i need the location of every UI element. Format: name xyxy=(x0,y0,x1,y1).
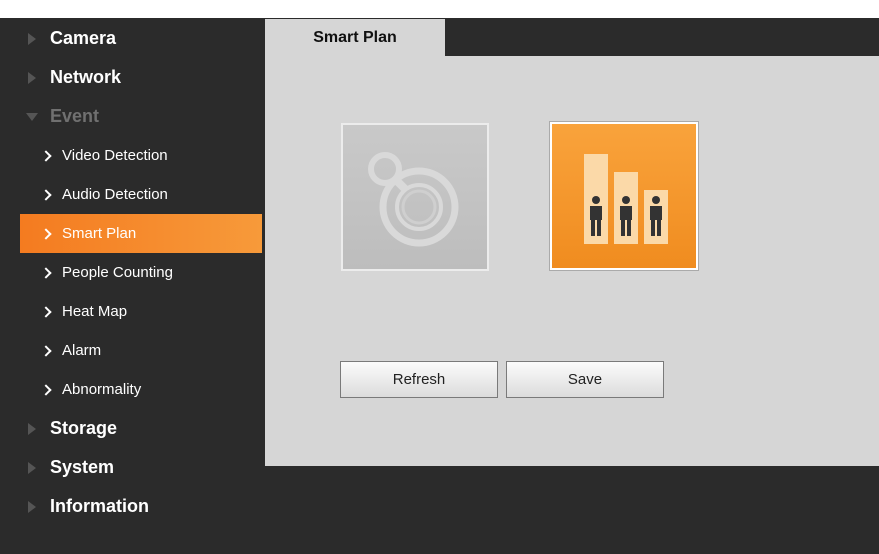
sidebar-menu: Camera Network Event Video Detection Aud… xyxy=(20,19,264,526)
sidebar-item-label: People Counting xyxy=(62,264,173,281)
chevron-right-icon xyxy=(40,383,52,396)
sidebar-item-people-counting[interactable]: People Counting xyxy=(20,253,264,292)
sidebar-category-network[interactable]: Network xyxy=(20,58,264,97)
sidebar-category-label: Network xyxy=(50,67,122,87)
people-counting-icon xyxy=(584,154,668,244)
sidebar-item-audio-detection[interactable]: Audio Detection xyxy=(20,175,264,214)
sidebar-item-abnormality[interactable]: Abnormality xyxy=(20,370,264,409)
collapsed-arrow-icon xyxy=(28,71,36,84)
expanded-arrow-icon xyxy=(26,112,38,121)
sidebar-category-label: Information xyxy=(50,496,149,516)
tab-smart-plan[interactable]: Smart Plan xyxy=(265,19,445,56)
chevron-right-icon xyxy=(40,266,52,279)
chevron-right-icon xyxy=(40,344,52,357)
chevron-right-icon xyxy=(40,305,52,318)
refresh-button[interactable]: Refresh xyxy=(340,361,498,398)
sidebar-item-label: Alarm xyxy=(62,342,102,359)
collapsed-arrow-icon xyxy=(28,461,36,474)
save-button[interactable]: Save xyxy=(506,361,664,398)
sidebar-category-label: System xyxy=(50,457,115,477)
sidebar-item-label: Heat Map xyxy=(62,303,128,320)
chevron-right-icon xyxy=(40,149,52,162)
collapsed-arrow-icon xyxy=(28,500,36,513)
sidebar-category-information[interactable]: Information xyxy=(20,487,264,526)
chevron-right-icon xyxy=(40,188,52,201)
sidebar-item-label: Abnormality xyxy=(62,381,142,398)
audio-detection-icon xyxy=(368,152,459,247)
sidebar-item-label: Video Detection xyxy=(62,147,168,164)
sidebar-category-label: Storage xyxy=(50,418,118,438)
sidebar-item-label: Audio Detection xyxy=(62,186,168,203)
sidebar-item-smart-plan[interactable]: Smart Plan xyxy=(20,214,262,253)
sidebar-category-label: Camera xyxy=(50,28,117,48)
sidebar-category-system[interactable]: System xyxy=(20,448,264,487)
sidebar-item-alarm[interactable]: Alarm xyxy=(20,331,264,370)
sidebar-category-camera[interactable]: Camera xyxy=(20,19,264,58)
people-counting-plan-card[interactable] xyxy=(550,122,698,270)
collapsed-arrow-icon xyxy=(28,422,36,435)
sidebar-category-label: Event xyxy=(50,106,100,126)
sidebar-category-event[interactable]: Event xyxy=(20,97,264,136)
sidebar-item-video-detection[interactable]: Video Detection xyxy=(20,136,264,175)
chevron-right-icon xyxy=(40,227,52,240)
sidebar-item-label: Smart Plan xyxy=(62,225,137,242)
audio-detection-plan-card[interactable] xyxy=(341,123,489,271)
collapsed-arrow-icon xyxy=(28,32,36,45)
sidebar-category-storage[interactable]: Storage xyxy=(20,409,264,448)
smart-plan-panel: Refresh Save xyxy=(265,56,879,466)
sidebar-item-heat-map[interactable]: Heat Map xyxy=(20,292,264,331)
